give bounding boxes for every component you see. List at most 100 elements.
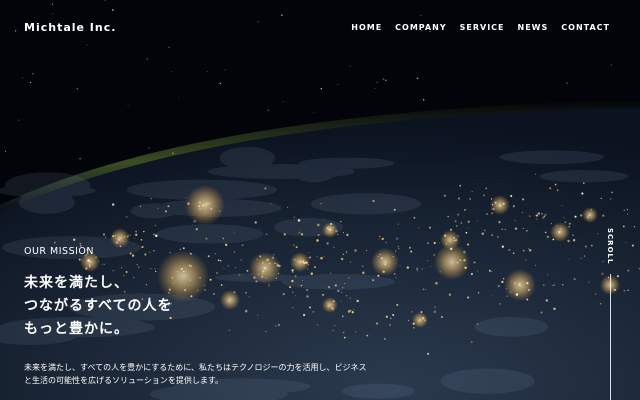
nav-home[interactable]: HOME: [351, 23, 382, 32]
city-light: [220, 284, 223, 286]
city-light: [464, 266, 467, 270]
city-light: [300, 284, 303, 287]
city-light: [179, 248, 181, 250]
city-light: [299, 260, 302, 263]
city-light: [463, 259, 466, 262]
city-light: [347, 310, 351, 313]
city-light: [126, 235, 129, 238]
city-light: [491, 234, 494, 236]
star: [22, 77, 23, 79]
city-light: [331, 307, 334, 310]
city-light: [541, 212, 543, 215]
city-light: [135, 233, 138, 236]
star: [127, 105, 129, 106]
nav-news[interactable]: NEWS: [518, 23, 549, 32]
city-light: [515, 293, 519, 296]
star: [146, 58, 149, 60]
nav-contact[interactable]: CONTACT: [561, 23, 610, 32]
city-light: [134, 237, 136, 239]
company-logo[interactable]: Michtale Inc.: [24, 21, 116, 34]
city-light: [355, 331, 357, 333]
star: [32, 73, 34, 75]
city-light: [562, 284, 564, 286]
city-light: [362, 271, 365, 274]
city-light: [385, 315, 388, 318]
city-light: [341, 291, 343, 293]
city-light: [184, 275, 186, 277]
city-light: [528, 215, 531, 217]
city-light: [396, 303, 399, 306]
city-light: [342, 253, 345, 256]
scroll-indicator[interactable]: SCROLL: [602, 228, 620, 400]
city-light: [365, 249, 368, 252]
city-light: [448, 293, 452, 296]
city-light: [332, 226, 335, 228]
star: [51, 3, 53, 5]
city-light: [496, 235, 499, 238]
city-light: [491, 208, 493, 210]
city-light: [418, 227, 420, 229]
city-light: [459, 184, 462, 187]
city-light: [189, 279, 191, 281]
city-light: [490, 212, 494, 215]
city-light: [258, 273, 260, 275]
city-light: [522, 228, 524, 229]
city-light: [205, 202, 209, 206]
city-light: [265, 277, 267, 279]
city-light: [626, 208, 628, 211]
headline-line-1: 未来を満たし、: [24, 275, 129, 291]
city-light: [294, 275, 297, 278]
city-light: [395, 277, 397, 279]
city-light: [419, 319, 421, 321]
star: [219, 82, 222, 85]
city-light: [88, 265, 91, 268]
city-light: [491, 271, 493, 273]
city-light: [337, 289, 340, 293]
city-light: [485, 213, 489, 216]
city-light: [144, 253, 147, 256]
city-light: [207, 255, 210, 258]
city-light: [490, 295, 492, 297]
city-light: [326, 242, 329, 245]
city-light: [512, 205, 516, 208]
city-light: [309, 256, 312, 259]
city-light: [427, 242, 429, 244]
cloud-wisp: [499, 150, 604, 164]
city-light: [180, 268, 184, 271]
city-light: [410, 250, 413, 253]
city-light: [345, 295, 348, 297]
city-light: [259, 228, 261, 230]
city-light: [210, 207, 213, 210]
city-light: [406, 266, 410, 269]
city-light: [306, 268, 309, 271]
city-light: [396, 237, 399, 240]
city-light: [622, 225, 625, 228]
city-light: [457, 235, 459, 237]
city-light: [477, 270, 479, 272]
city-light: [115, 241, 118, 244]
city-light: [292, 306, 294, 309]
city-light: [549, 187, 552, 190]
city-light: [504, 228, 506, 230]
city-light: [544, 231, 547, 234]
city-light: [117, 238, 120, 241]
city-light: [190, 265, 193, 267]
city-light: [424, 319, 427, 322]
nav-service[interactable]: SERVICE: [460, 23, 505, 32]
city-light: [490, 198, 493, 200]
city-light: [574, 215, 577, 218]
city-light: [633, 226, 636, 228]
city-light: [467, 220, 470, 223]
city-light: [508, 248, 511, 252]
city-light: [219, 259, 222, 262]
star: [267, 109, 269, 111]
city-light: [199, 208, 201, 211]
star: [416, 77, 419, 79]
city-light: [465, 231, 468, 234]
city-light: [234, 266, 237, 269]
city-light: [293, 244, 295, 246]
city-light: [157, 207, 159, 209]
nav-company[interactable]: COMPANY: [395, 23, 446, 32]
city-light: [291, 269, 294, 272]
city-light: [594, 293, 597, 295]
